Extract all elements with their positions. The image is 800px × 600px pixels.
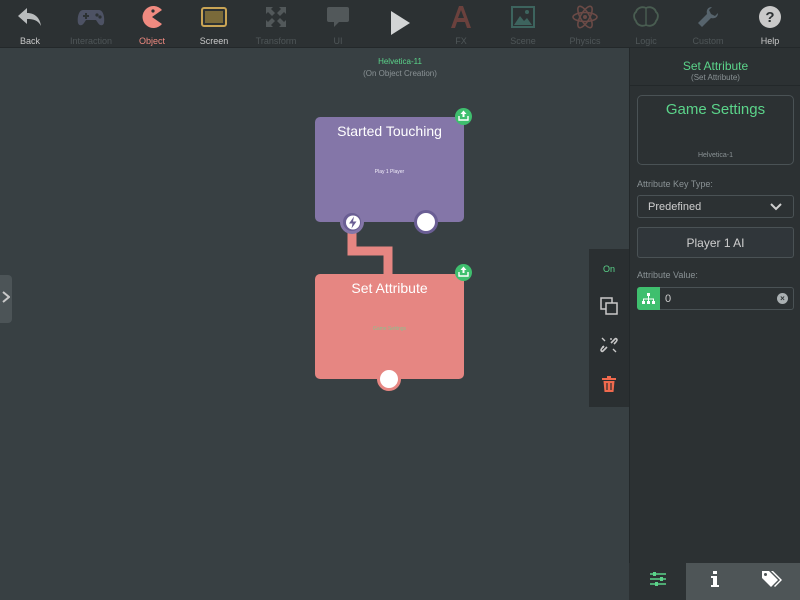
sliders-icon <box>649 571 667 592</box>
trigger-export-button[interactable] <box>455 108 472 125</box>
tags-icon <box>761 570 783 593</box>
attribute-value-field[interactable]: 0 × <box>637 287 794 310</box>
trigger-node[interactable]: Started Touching Play 1 Player <box>315 117 464 222</box>
properties-panel: Set Attribute (Set Attribute) Game Setti… <box>629 48 800 600</box>
action-export-button[interactable] <box>455 264 472 281</box>
key-type-label: Attribute Key Type: <box>637 179 713 189</box>
export-icon <box>458 264 469 282</box>
action-node-title: Set Attribute <box>351 280 428 296</box>
target-object-name: Game Settings <box>665 101 766 118</box>
attribute-key-button[interactable]: Player 1 AI <box>637 227 794 258</box>
trigger-output-port[interactable] <box>340 210 364 234</box>
attribute-value-label: Attribute Value: <box>637 270 698 280</box>
tab-tags[interactable] <box>743 563 800 600</box>
panel-subtitle: (Set Attribute) <box>691 73 740 82</box>
panel-tabs <box>629 563 800 600</box>
hierarchy-icon[interactable] <box>637 287 660 310</box>
attribute-key-label: Player 1 AI <box>686 236 745 250</box>
unlink-icon <box>600 336 618 359</box>
on-toggle[interactable]: On <box>589 254 629 284</box>
key-type-value: Predefined <box>648 201 702 213</box>
action-node[interactable]: Set Attribute Game Settings <box>315 274 464 379</box>
action-node-subtitle: Game Settings <box>372 326 407 332</box>
clear-icon[interactable]: × <box>777 293 788 304</box>
panel-title: Set Attribute <box>682 59 749 73</box>
target-object-font: Helvetica-1 <box>697 152 733 159</box>
lightning-icon <box>346 215 360 235</box>
trash-icon <box>602 375 616 397</box>
trigger-node-title: Started Touching <box>337 123 442 139</box>
key-type-select[interactable]: Predefined <box>637 195 794 218</box>
target-object-box[interactable]: Game Settings Helvetica-1 <box>637 95 794 165</box>
unlink-button[interactable] <box>589 332 629 362</box>
tab-info[interactable] <box>686 563 743 600</box>
copy-icon <box>600 296 618 320</box>
action-next-port[interactable] <box>377 367 401 391</box>
export-icon <box>458 108 469 126</box>
trigger-next-port[interactable] <box>414 210 438 234</box>
attribute-value-text: 0 <box>665 293 672 305</box>
panel-divider <box>630 85 800 86</box>
trigger-node-subtitle: Play 1 Player <box>374 169 405 175</box>
duplicate-button[interactable] <box>589 293 629 323</box>
node-options-bar: On <box>589 249 629 407</box>
info-icon <box>710 571 719 592</box>
chevron-down-icon <box>769 200 783 218</box>
delete-button[interactable] <box>589 371 629 401</box>
tab-properties[interactable] <box>629 563 686 600</box>
